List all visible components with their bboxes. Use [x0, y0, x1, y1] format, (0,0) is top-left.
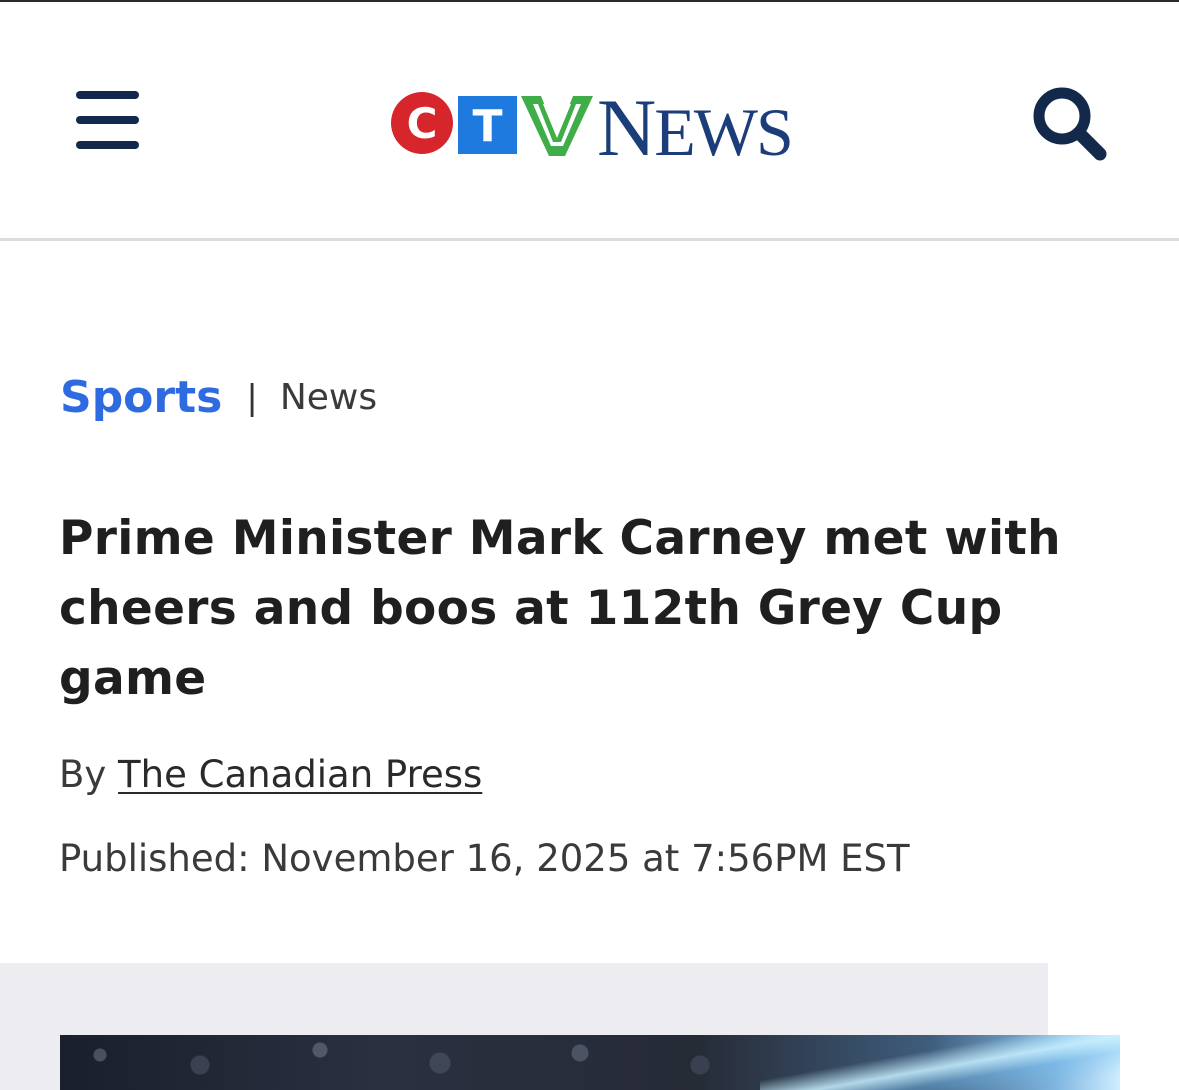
logo-t-box: T: [458, 96, 517, 154]
site-header: C T NEWS: [0, 2, 1179, 241]
logo-c-circle: C: [391, 92, 453, 154]
ctv-news-logo[interactable]: C T NEWS: [390, 87, 794, 169]
published-date: Published: November 16, 2025 at 7:56PM E…: [59, 837, 910, 880]
article-headline: Prime Minister Mark Carney met with chee…: [59, 511, 1061, 706]
logo-letter-t: T: [472, 101, 502, 152]
logo-news-wordmark: NEWS: [597, 87, 794, 169]
article-hero-image[interactable]: [60, 1035, 1120, 1090]
logo-t-glyph: T: [472, 101, 502, 152]
menu-button[interactable]: [76, 91, 140, 149]
logo-news-rest: EWS: [654, 94, 794, 170]
logo-news-initial: N: [597, 82, 656, 173]
logo-v-shape: [521, 96, 593, 156]
hero-image-light-streak: [760, 1035, 1120, 1090]
logo-letter-c: C: [407, 99, 438, 148]
breadcrumb-separator: |: [246, 377, 258, 418]
logo-c-glyph: C: [407, 99, 438, 148]
article-byline: By The Canadian Press: [59, 748, 482, 802]
byline-prefix: By: [59, 753, 107, 796]
breadcrumb: Sports | News: [60, 372, 377, 428]
breadcrumb-sports-link[interactable]: Sports: [60, 372, 222, 423]
hero-image-crowd: [60, 1035, 760, 1090]
search-icon: [1033, 87, 1107, 161]
author-link[interactable]: The Canadian Press: [118, 753, 482, 796]
search-button[interactable]: [1030, 84, 1110, 162]
article-page: C T NEWS Sports | News Prime Minister Ma…: [0, 0, 1179, 1090]
breadcrumb-news-link[interactable]: News: [280, 377, 377, 418]
